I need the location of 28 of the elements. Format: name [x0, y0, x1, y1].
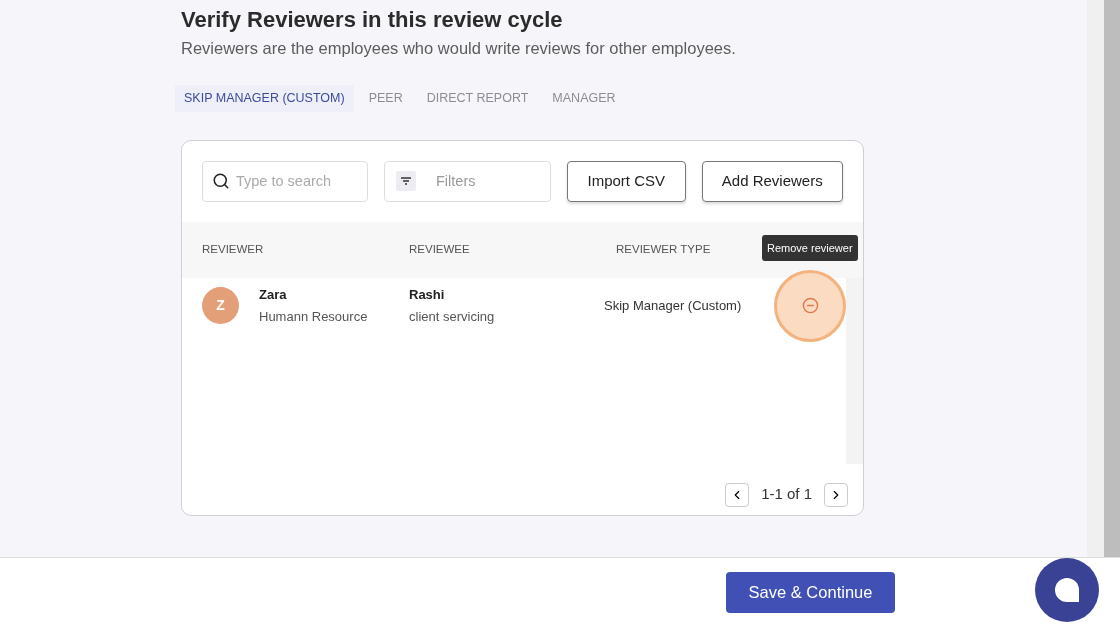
chat-bubble-icon — [1054, 577, 1080, 603]
table-scrollbar[interactable] — [846, 277, 863, 464]
column-header: REVIEWER — [202, 241, 265, 257]
page-title: Verify Reviewers in this review cycle — [181, 6, 564, 34]
next-page-button[interactable] — [824, 482, 848, 507]
reviewee-department: client servicing — [409, 308, 496, 326]
scrollbar[interactable] — [1104, 0, 1120, 557]
toolbar-button[interactable]: Import CSV — [567, 160, 686, 202]
toolbar-button[interactable]: Add Reviewers — [701, 160, 843, 202]
page-scrollbar-track[interactable] — [1087, 0, 1104, 557]
filter-icon — [396, 170, 416, 191]
reviewer-name: Zara — [259, 285, 288, 304]
reviewer-department: Humann Resource — [259, 308, 368, 326]
reviewee-name: Rashi — [409, 285, 446, 304]
tooltip: Remove reviewer — [762, 234, 858, 261]
save-continue-button[interactable]: Save & Continue — [726, 571, 895, 613]
minus-icon — [801, 297, 819, 314]
avatar: Z — [202, 287, 239, 324]
previous-page-button[interactable] — [725, 482, 750, 507]
column-header: REVIEWEE — [409, 241, 471, 257]
page-range: 1-1 of 1 — [761, 484, 812, 505]
reviewer-type: Skip Manager (Custom) — [604, 296, 743, 315]
tab[interactable]: SKIP MANAGER (CUSTOM) — [175, 84, 354, 112]
filters-field[interactable]: Filters — [384, 160, 551, 202]
column-header: REVIEWER TYPE — [616, 241, 711, 257]
search-icon — [212, 171, 230, 190]
search-field[interactable]: Type to search — [202, 160, 368, 202]
page-subtitle: Reviewers are the employees who would write reviews for other employees. — [181, 38, 737, 59]
